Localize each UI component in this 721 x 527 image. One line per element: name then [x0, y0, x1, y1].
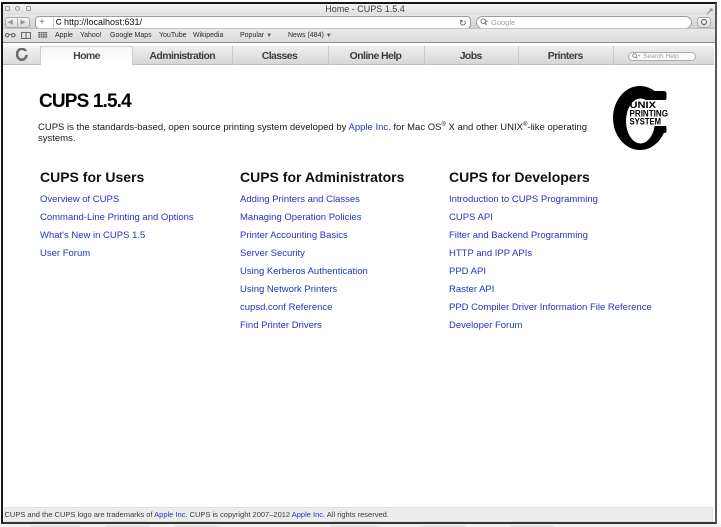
svg-text:SYSTEM: SYSTEM: [630, 117, 662, 127]
